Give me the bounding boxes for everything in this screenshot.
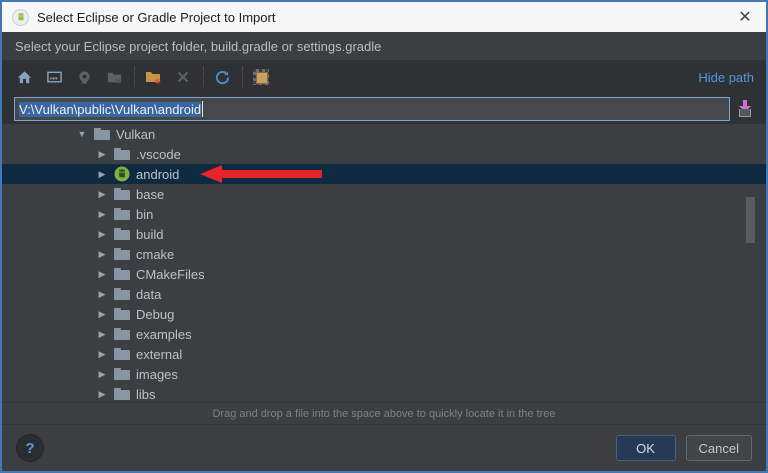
- tree-expand-arrow-icon[interactable]: ▶: [96, 329, 108, 340]
- folder-icon: [114, 286, 130, 302]
- tree-item-label: Debug: [136, 307, 174, 322]
- folder-icon: [114, 326, 130, 342]
- tree-item-label: build: [136, 227, 163, 242]
- android-module-icon: [114, 166, 130, 182]
- file-tree: ▼ Vulkan ▶ .vscode ▶ android ▶ base ▶ bin ▶ build ▶ c…: [2, 124, 766, 402]
- tree-item-label: Vulkan: [116, 127, 155, 142]
- help-button[interactable]: ?: [16, 434, 44, 462]
- show-hidden-files-icon[interactable]: [251, 67, 271, 87]
- tree-row-CMakeFiles[interactable]: ▶ CMakeFiles: [2, 264, 766, 284]
- dialog-title: Select Eclipse or Gradle Project to Impo…: [37, 10, 275, 25]
- tree-item-label: examples: [136, 327, 192, 342]
- title-bar: Select Eclipse or Gradle Project to Impo…: [2, 2, 766, 32]
- tree-expand-arrow-icon[interactable]: ▶: [96, 149, 108, 160]
- hide-path-link[interactable]: Hide path: [698, 70, 754, 85]
- drop-to-locate-icon[interactable]: [736, 100, 754, 118]
- tree-row-Debug[interactable]: ▶ Debug: [2, 304, 766, 324]
- tree-item-label: CMakeFiles: [136, 267, 205, 282]
- tree-expand-arrow-icon[interactable]: ▶: [96, 229, 108, 240]
- tree-collapse-arrow-icon[interactable]: ▼: [76, 129, 88, 139]
- toolbar-separator: [134, 67, 135, 87]
- path-input[interactable]: V:\Vulkan\public\Vulkan\android: [14, 97, 730, 121]
- tree-row-base[interactable]: ▶ base: [2, 184, 766, 204]
- folder-icon: [114, 226, 130, 242]
- refresh-icon[interactable]: [212, 67, 232, 87]
- tree-row-images[interactable]: ▶ images: [2, 364, 766, 384]
- footer-bar: ? OK Cancel: [2, 424, 766, 471]
- tree-row-build[interactable]: ▶ build: [2, 224, 766, 244]
- delete-icon-disabled: [173, 67, 193, 87]
- tree-expand-arrow-icon[interactable]: ▶: [96, 249, 108, 260]
- home-icon[interactable]: [14, 67, 34, 87]
- module-icon-disabled: [74, 67, 94, 87]
- folder-icon: [114, 266, 130, 282]
- tree-expand-arrow-icon[interactable]: ▶: [96, 289, 108, 300]
- path-row: V:\Vulkan\public\Vulkan\android: [2, 94, 766, 124]
- tree-row-cmake[interactable]: ▶ cmake: [2, 244, 766, 264]
- tree-item-label: cmake: [136, 247, 174, 262]
- tree-row-bin[interactable]: ▶ bin: [2, 204, 766, 224]
- folder-icon: [94, 126, 110, 142]
- tree-item-label: libs: [136, 387, 156, 402]
- hint-bar: Drag and drop a file into the space abov…: [2, 402, 766, 424]
- tree-expand-arrow-icon[interactable]: ▶: [96, 309, 108, 320]
- toolbar-separator: [203, 67, 204, 87]
- folder-icon: [114, 346, 130, 362]
- tree-expand-arrow-icon[interactable]: ▶: [96, 189, 108, 200]
- folder-icon: [114, 306, 130, 322]
- tree-item-label: base: [136, 187, 164, 202]
- tree-item-label: data: [136, 287, 161, 302]
- new-window-folder-icon-disabled: [104, 67, 124, 87]
- dialog-subtitle: Select your Eclipse project folder, buil…: [2, 32, 766, 60]
- folder-icon: [114, 386, 130, 402]
- new-folder-icon[interactable]: [143, 67, 163, 87]
- close-icon[interactable]: ✕: [734, 7, 756, 27]
- text-caret: [202, 101, 203, 117]
- folder-icon: [114, 186, 130, 202]
- android-studio-logo-icon: [12, 9, 29, 26]
- tree-row-android[interactable]: ▶ android: [2, 164, 766, 184]
- tree-row-external[interactable]: ▶ external: [2, 344, 766, 364]
- tree-expand-arrow-icon[interactable]: ▶: [96, 269, 108, 280]
- tree-expand-arrow-icon[interactable]: ▶: [96, 369, 108, 380]
- tree-expand-arrow-icon[interactable]: ▶: [96, 349, 108, 360]
- toolbar-separator: [242, 67, 243, 87]
- tree-item-label: android: [136, 167, 179, 182]
- folder-icon: [114, 246, 130, 262]
- tree-item-label: images: [136, 367, 178, 382]
- folder-icon: [114, 146, 130, 162]
- tree-row-examples[interactable]: ▶ examples: [2, 324, 766, 344]
- folder-icon: [114, 206, 130, 222]
- drag-drop-hint: Drag and drop a file into the space abov…: [212, 408, 555, 420]
- tree-expand-arrow-icon[interactable]: ▶: [96, 169, 108, 180]
- desktop-icon[interactable]: [44, 67, 64, 87]
- toolbar: Hide path: [2, 60, 766, 94]
- folder-icon: [114, 366, 130, 382]
- tree-row-Vulkan[interactable]: ▼ Vulkan: [2, 124, 766, 144]
- path-text: V:\Vulkan\public\Vulkan\android: [19, 102, 201, 117]
- tree-item-label: bin: [136, 207, 153, 222]
- cancel-button[interactable]: Cancel: [686, 435, 752, 461]
- tree-item-label: external: [136, 347, 182, 362]
- tree-row-.vscode[interactable]: ▶ .vscode: [2, 144, 766, 164]
- tree-row-data[interactable]: ▶ data: [2, 284, 766, 304]
- tree-expand-arrow-icon[interactable]: ▶: [96, 209, 108, 220]
- ok-button[interactable]: OK: [616, 435, 676, 461]
- tree-row-libs[interactable]: ▶ libs: [2, 384, 766, 402]
- scrollbar-thumb[interactable]: [746, 197, 755, 243]
- tree-item-label: .vscode: [136, 147, 181, 162]
- import-project-dialog: Select Eclipse or Gradle Project to Impo…: [0, 0, 768, 473]
- tree-expand-arrow-icon[interactable]: ▶: [96, 389, 108, 400]
